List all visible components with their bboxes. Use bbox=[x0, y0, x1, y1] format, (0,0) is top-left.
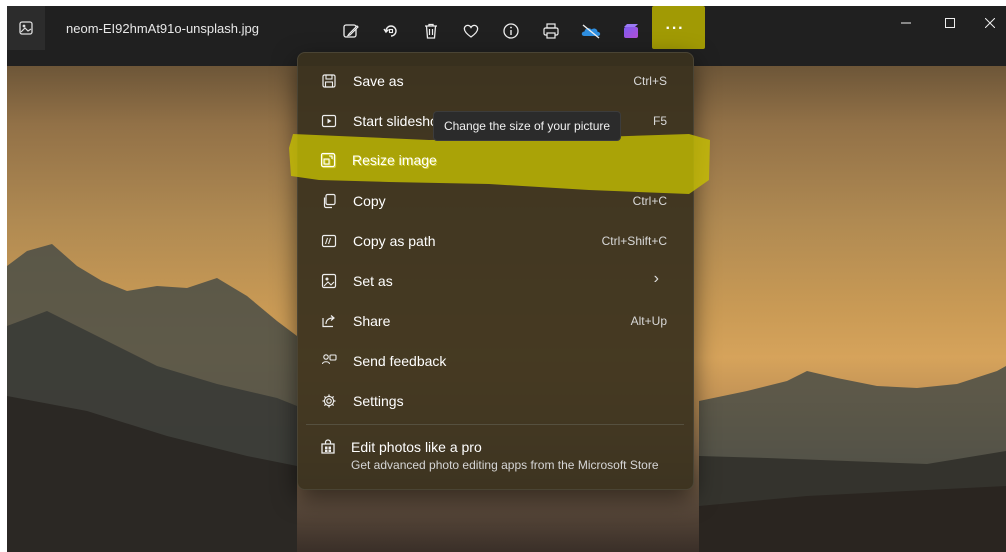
menu-item-label: Send feedback bbox=[353, 353, 447, 369]
save-icon bbox=[320, 72, 338, 90]
resize-image-label-overlay: Resize image bbox=[305, 142, 684, 178]
favorite-heart-icon[interactable] bbox=[456, 16, 486, 46]
file-name: neom-EI92hmAt91o-unsplash.jpg bbox=[66, 21, 259, 36]
image-icon bbox=[7, 6, 45, 50]
menu-item-shortcut: Alt+Up bbox=[630, 314, 667, 328]
copy-path-icon bbox=[320, 232, 338, 250]
store-icon bbox=[320, 439, 336, 460]
menu-item-label: Set as bbox=[353, 273, 393, 289]
menu-item-shortcut: Ctrl+S bbox=[633, 74, 667, 88]
clipchamp-icon[interactable] bbox=[616, 16, 646, 46]
share-icon bbox=[320, 312, 338, 330]
settings-icon bbox=[320, 392, 338, 410]
menu-item-send-feedback[interactable]: Send feedback bbox=[306, 343, 685, 379]
menu-item-share[interactable]: Share Alt+Up bbox=[306, 303, 685, 339]
set-as-icon bbox=[320, 272, 338, 290]
menu-item-label: Settings bbox=[353, 393, 404, 409]
menu-item-copy-as-path[interactable]: Copy as path Ctrl+Shift+C bbox=[306, 223, 685, 259]
menu-item-shortcut: F5 bbox=[652, 114, 667, 128]
minimize-button[interactable] bbox=[883, 11, 929, 35]
menu-item-settings[interactable]: Settings bbox=[306, 383, 685, 419]
info-icon[interactable] bbox=[496, 16, 526, 46]
close-button[interactable] bbox=[967, 11, 1006, 35]
rotate-icon[interactable] bbox=[376, 16, 406, 46]
menu-item-label: Copy as path bbox=[353, 233, 436, 249]
edit-image-icon[interactable] bbox=[336, 16, 366, 46]
menu-item-save-as[interactable]: Save as Ctrl+S bbox=[306, 63, 685, 99]
menu-item-label: Share bbox=[353, 313, 391, 329]
menu-item-label: Resize image bbox=[352, 152, 437, 168]
resize-icon bbox=[319, 151, 337, 169]
menu-item-label: Save as bbox=[353, 73, 404, 89]
menu-item-set-as[interactable]: Set as › bbox=[306, 263, 685, 299]
promo-subtitle: Get advanced photo editing apps from the… bbox=[351, 458, 659, 472]
slideshow-icon bbox=[320, 112, 338, 130]
feedback-icon bbox=[320, 352, 338, 370]
print-icon[interactable] bbox=[536, 16, 566, 46]
promo-title[interactable]: Edit photos like a pro bbox=[351, 439, 482, 455]
onedrive-icon[interactable] bbox=[576, 16, 606, 46]
menu-divider bbox=[306, 424, 684, 425]
delete-icon[interactable] bbox=[416, 16, 446, 46]
chevron-right-icon: › bbox=[653, 270, 659, 287]
resize-tooltip: Change the size of your picture bbox=[433, 111, 621, 141]
more-options-button[interactable]: ··· bbox=[655, 14, 695, 44]
menu-item-shortcut: Ctrl+Shift+C bbox=[601, 234, 667, 248]
